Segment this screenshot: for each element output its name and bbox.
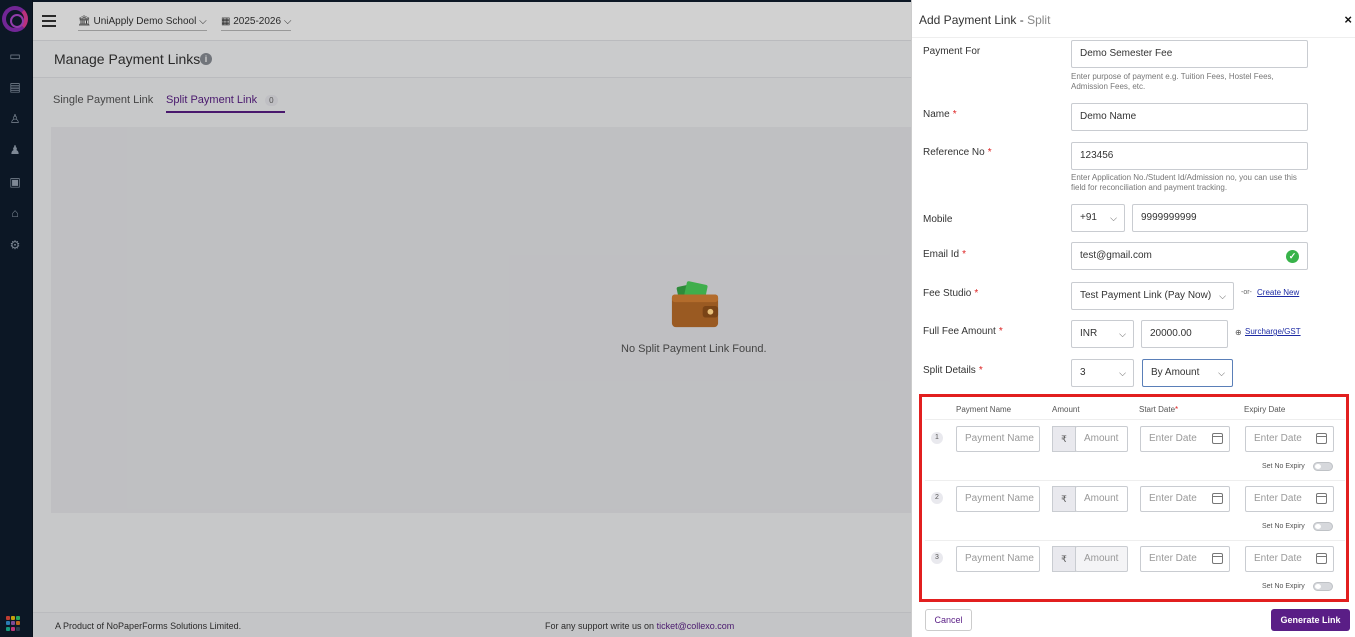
chevron-down-icon: ⌵ (1218, 368, 1225, 378)
or-separator: -or- (1241, 289, 1252, 296)
modal-overlay (0, 0, 911, 637)
split-count-select[interactable]: 3 ⌵ (1071, 359, 1134, 387)
col-start-date: Start Date* (1139, 405, 1179, 414)
calendar-icon (1316, 433, 1327, 444)
no-expiry-toggle[interactable] (1313, 462, 1333, 471)
rupee-icon: ₹ (1052, 546, 1076, 572)
email-input[interactable]: test@gmail.com ✓ (1071, 242, 1308, 270)
close-icon[interactable]: × (1344, 12, 1352, 27)
payment-for-help: Enter purpose of payment e.g. Tuition Fe… (1071, 72, 1274, 91)
payment-for-input[interactable]: Demo Semester Fee (1071, 40, 1308, 68)
amount-input[interactable]: Amount (1075, 486, 1128, 512)
split-details-label: Split Details * (923, 365, 983, 376)
fee-studio-select[interactable]: Test Payment Link (Pay Now) ⌵ (1071, 282, 1234, 310)
split-mode-select[interactable]: By Amount ⌵ (1142, 359, 1233, 387)
col-expiry-date: Expiry Date (1244, 405, 1286, 414)
row-number: 3 (931, 552, 943, 564)
name-label: Name * (923, 109, 957, 120)
no-expiry-label: Set No Expiry (1262, 463, 1305, 470)
wallet-icon (671, 281, 719, 328)
rupee-icon: ₹ (1052, 426, 1076, 452)
currency-select[interactable]: INR ⌵ (1071, 320, 1134, 348)
reference-help: Enter Application No./Student Id/Admissi… (1071, 173, 1297, 192)
panel-header: Add Payment Link - Split × (912, 0, 1355, 38)
no-expiry-toggle[interactable] (1313, 522, 1333, 531)
row-number: 2 (931, 492, 943, 504)
full-fee-input[interactable]: 20000.00 (1141, 320, 1228, 348)
expiry-date-input[interactable]: Enter Date (1245, 486, 1334, 512)
amount-input[interactable]: Amount (1075, 426, 1128, 452)
chevron-down-icon: ⌵ (1219, 291, 1226, 301)
payment-name-input[interactable]: Payment Name (956, 426, 1040, 452)
mobile-label: Mobile (923, 214, 953, 225)
country-code-select[interactable]: +91 ⌵ (1071, 204, 1125, 232)
calendar-icon (1212, 433, 1223, 444)
plus-circle-icon: ⊕ (1235, 328, 1242, 337)
calendar-icon (1316, 493, 1327, 504)
row-number: 1 (931, 432, 943, 444)
chevron-down-icon: ⌵ (1119, 329, 1126, 339)
start-date-input[interactable]: Enter Date (1140, 426, 1230, 452)
full-fee-label: Full Fee Amount * (923, 326, 1003, 337)
panel-subtitle: Split (1027, 13, 1051, 27)
reference-label: Reference No * (923, 147, 992, 158)
start-date-input[interactable]: Enter Date (1140, 486, 1230, 512)
payment-name-input[interactable]: Payment Name (956, 546, 1040, 572)
surcharge-link[interactable]: Surcharge/GST (1245, 327, 1301, 336)
col-payment-name: Payment Name (956, 405, 1012, 414)
expiry-date-input[interactable]: Enter Date (1245, 426, 1334, 452)
empty-message: No Split Payment Link Found. (621, 343, 767, 355)
chevron-down-icon: ⌵ (1110, 213, 1117, 223)
create-new-link[interactable]: Create New (1257, 288, 1299, 297)
no-expiry-label: Set No Expiry (1262, 523, 1305, 530)
amount-input[interactable]: Amount (1075, 546, 1128, 572)
divider (925, 480, 1345, 481)
col-amount: Amount (1052, 405, 1080, 414)
cancel-button[interactable]: Cancel (925, 609, 972, 631)
no-expiry-toggle[interactable] (1313, 582, 1333, 591)
calendar-icon (1212, 553, 1223, 564)
divider (925, 540, 1345, 541)
mobile-input[interactable]: 9999999999 (1132, 204, 1308, 232)
calendar-icon (1212, 493, 1223, 504)
panel-title: Add Payment Link - Split (919, 13, 1051, 27)
name-input[interactable]: Demo Name (1071, 103, 1308, 131)
chevron-down-icon: ⌵ (1119, 368, 1126, 378)
no-expiry-label: Set No Expiry (1262, 583, 1305, 590)
generate-link-button[interactable]: Generate Link (1271, 609, 1350, 631)
payment-for-label: Payment For (923, 46, 981, 57)
reference-input[interactable]: 123456 (1071, 142, 1308, 170)
add-payment-link-panel: Add Payment Link - Split × Payment For D… (911, 0, 1355, 637)
email-label: Email Id * (923, 249, 967, 260)
calendar-icon (1316, 553, 1327, 564)
payment-name-input[interactable]: Payment Name (956, 486, 1040, 512)
rupee-icon: ₹ (1052, 486, 1076, 512)
check-circle-icon: ✓ (1286, 250, 1299, 263)
expiry-date-input[interactable]: Enter Date (1245, 546, 1334, 572)
start-date-input[interactable]: Enter Date (1140, 546, 1230, 572)
divider (925, 419, 1345, 420)
fee-studio-label: Fee Studio * (923, 288, 979, 299)
